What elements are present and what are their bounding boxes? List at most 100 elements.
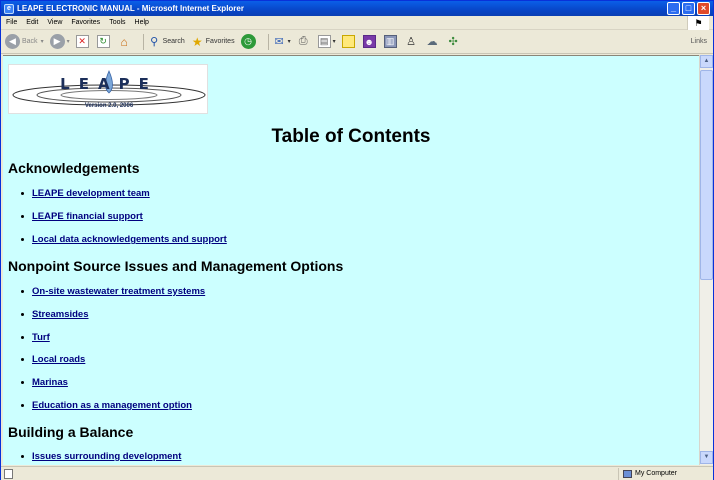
messenger-button[interactable]: ☻ bbox=[362, 35, 378, 48]
refresh-icon: ↻ bbox=[96, 35, 110, 48]
toolbar: ◀ Back ▾ ▶ ▾ ✕ ↻ ⌂ ⚲ Search ★ Favorites … bbox=[1, 30, 713, 54]
scroll-thumb[interactable] bbox=[700, 70, 713, 280]
section-heading-acknowledgements: Acknowledgements bbox=[8, 160, 140, 176]
page-title: Table of Contents bbox=[271, 126, 431, 147]
history-icon: ◷ bbox=[240, 34, 256, 49]
status-message bbox=[1, 467, 619, 480]
bullet bbox=[21, 238, 24, 241]
research-button[interactable]: ▥ bbox=[383, 35, 399, 48]
section-heading-building-a-balance: Building a Balance bbox=[8, 424, 134, 440]
bullet bbox=[21, 455, 24, 458]
menu-favorites[interactable]: Favorites bbox=[71, 19, 100, 26]
favorites-label: Favorites bbox=[205, 38, 235, 45]
list-item: LEAPE financial support bbox=[21, 211, 143, 222]
search-icon: ⚲ bbox=[150, 36, 159, 48]
person-icon: ♙ bbox=[406, 36, 417, 48]
bullet bbox=[21, 358, 24, 361]
browser-window: e LEAPE ELECTRONIC MANUAL - Microsoft In… bbox=[0, 0, 714, 480]
page-icon bbox=[4, 468, 13, 479]
chat-bubble-icon: ☁ bbox=[426, 36, 438, 48]
link-issues-surrounding-development[interactable]: Issues surrounding development bbox=[32, 451, 181, 462]
edit-icon: ▤ bbox=[317, 35, 331, 48]
window-title: LEAPE ELECTRONIC MANUAL - Microsoft Inte… bbox=[17, 4, 244, 13]
windows-logo-icon: ⚑ bbox=[687, 16, 709, 30]
list-item: Education as a management option bbox=[21, 400, 192, 411]
logo-text: LEAPE bbox=[60, 75, 158, 93]
list-item: Streamsides bbox=[21, 309, 89, 320]
link-leape-financial-support[interactable]: LEAPE financial support bbox=[32, 211, 143, 222]
computer-icon bbox=[623, 469, 632, 478]
window-controls: _ □ × bbox=[667, 2, 710, 15]
favorites-button[interactable]: ★ Favorites bbox=[191, 34, 235, 49]
bullet bbox=[21, 313, 24, 316]
menu-bar: File Edit View Favorites Tools Help bbox=[1, 16, 713, 30]
forward-button[interactable]: ▶ ▾ bbox=[49, 34, 70, 49]
toolbar-separator bbox=[267, 33, 269, 50]
list-item: Local roads bbox=[21, 354, 85, 365]
mail-dropdown-icon: ▾ bbox=[287, 39, 291, 45]
page-content: LEAPE Version 2.0, 2006 Table of Content… bbox=[3, 55, 699, 465]
edit-dropdown-icon: ▾ bbox=[332, 39, 336, 45]
status-bar: My Computer bbox=[1, 466, 713, 480]
tools-button[interactable]: ✣ bbox=[447, 35, 462, 48]
edit-button[interactable]: ▤ ▾ bbox=[317, 35, 336, 48]
star-icon: ★ bbox=[191, 34, 203, 49]
print-button[interactable]: ⎙ bbox=[297, 35, 312, 48]
back-dropdown-icon: ▾ bbox=[40, 39, 44, 45]
chat-button[interactable]: ☁ bbox=[426, 35, 441, 48]
minimize-button[interactable]: _ bbox=[667, 2, 680, 15]
title-bar[interactable]: e LEAPE ELECTRONIC MANUAL - Microsoft In… bbox=[1, 1, 713, 16]
search-button[interactable]: ⚲ Search bbox=[148, 35, 185, 48]
mail-icon: ✉ bbox=[274, 36, 284, 48]
home-button[interactable]: ⌂ bbox=[118, 34, 133, 49]
messenger-icon: ☻ bbox=[362, 35, 376, 48]
forward-arrow-icon: ▶ bbox=[49, 34, 65, 49]
toolbar-separator bbox=[142, 33, 144, 50]
menu-view[interactable]: View bbox=[47, 19, 62, 26]
link-onsite-wastewater[interactable]: On-site wastewater treatment systems bbox=[32, 286, 205, 297]
link-local-roads[interactable]: Local roads bbox=[32, 354, 85, 365]
back-label: Back bbox=[22, 38, 38, 45]
link-streamsides[interactable]: Streamsides bbox=[32, 309, 89, 320]
link-turf[interactable]: Turf bbox=[32, 332, 50, 343]
bullet bbox=[21, 381, 24, 384]
print-icon: ⎙ bbox=[298, 35, 308, 47]
bullet bbox=[21, 192, 24, 195]
discuss-button[interactable] bbox=[341, 35, 357, 48]
list-item: LEAPE development team bbox=[21, 188, 150, 199]
vertical-scrollbar[interactable]: ▲ ▼ bbox=[699, 55, 713, 465]
link-leape-development-team[interactable]: LEAPE development team bbox=[32, 188, 150, 199]
research-icon: ▥ bbox=[383, 35, 397, 48]
link-local-data-acknowledgements[interactable]: Local data acknowledgements and support bbox=[32, 234, 227, 245]
menu-help[interactable]: Help bbox=[135, 19, 149, 26]
bullet bbox=[21, 290, 24, 293]
menu-edit[interactable]: Edit bbox=[26, 19, 38, 26]
user-button[interactable]: ♙ bbox=[405, 35, 420, 48]
bullet bbox=[21, 215, 24, 218]
maximize-button[interactable]: □ bbox=[682, 2, 695, 15]
list-item: Marinas bbox=[21, 377, 68, 388]
links-label[interactable]: Links bbox=[691, 38, 707, 45]
zone-label: My Computer bbox=[635, 470, 678, 477]
stop-button[interactable]: ✕ bbox=[75, 35, 91, 48]
forward-dropdown-icon: ▾ bbox=[66, 39, 70, 45]
scroll-up-button[interactable]: ▲ bbox=[700, 55, 713, 68]
scroll-down-button[interactable]: ▼ bbox=[700, 451, 713, 464]
mail-button[interactable]: ✉ ▾ bbox=[273, 35, 291, 48]
link-education-management[interactable]: Education as a management option bbox=[32, 400, 192, 411]
refresh-button[interactable]: ↻ bbox=[96, 35, 112, 48]
note-icon bbox=[341, 35, 355, 48]
list-item: Issues surrounding development bbox=[21, 451, 181, 462]
history-button[interactable]: ◷ bbox=[240, 34, 258, 49]
close-button[interactable]: × bbox=[697, 2, 710, 15]
leape-logo: LEAPE Version 2.0, 2006 bbox=[8, 64, 208, 114]
menu-tools[interactable]: Tools bbox=[109, 19, 125, 26]
list-item: Local data acknowledgements and support bbox=[21, 234, 227, 245]
back-button[interactable]: ◀ Back ▾ bbox=[5, 34, 44, 49]
home-icon: ⌂ bbox=[120, 34, 128, 49]
section-heading-nonpoint-source: Nonpoint Source Issues and Management Op… bbox=[8, 258, 344, 274]
puzzle-icon: ✣ bbox=[448, 36, 458, 48]
security-zone: My Computer bbox=[619, 468, 713, 480]
link-marinas[interactable]: Marinas bbox=[32, 377, 68, 388]
menu-file[interactable]: File bbox=[6, 19, 17, 26]
